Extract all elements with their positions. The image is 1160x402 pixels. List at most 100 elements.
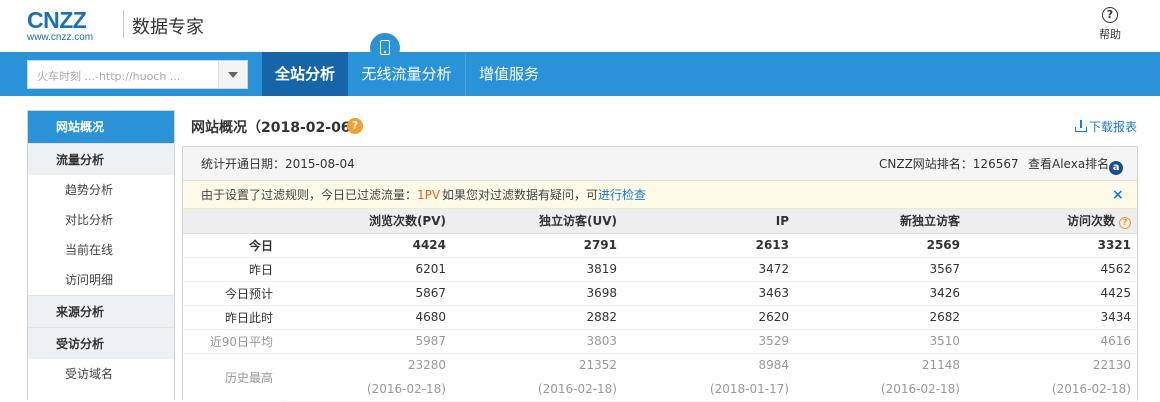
logo-sub-text: www.cnzz.com <box>27 32 94 43</box>
alexa-label: 查看Alexa排名 <box>1028 157 1110 171</box>
row-label: 历史最高 <box>224 370 273 385</box>
filter-notice: 由于设置了过滤规则，今日已过滤流量：1PV 如果您对过滤数据有疑问，可进行检查 … <box>183 181 1137 209</box>
col-header-uv: 独立访客(UV) <box>452 209 623 234</box>
cell-visits: 3321 <box>966 233 1137 258</box>
sidebar-item-online[interactable]: 当前在线 <box>28 235 174 265</box>
cnzz-logo[interactable]: CNZZ www.cnzz.com <box>27 8 119 44</box>
row-label: 昨日 <box>183 257 281 282</box>
table-row: 近90日平均 5987 3803 3529 3510 4616 <box>183 329 1137 354</box>
cell-uv-date: (2016-02-18) <box>452 377 623 402</box>
col-header-pv: 浏览次数(PV) <box>281 209 452 234</box>
cell-pv: 23280 <box>407 358 446 373</box>
cell-uv: 21352 <box>578 358 617 373</box>
tab-value-added[interactable]: 增值服务 <box>466 52 552 96</box>
cell-new-uv: 2682 <box>795 305 966 330</box>
mobile-badge <box>370 33 400 63</box>
cell-pv: 6201 <box>281 257 452 282</box>
info-row: 统计开通日期：2015-08-04 CNZZ网站排名：126567 查看Alex… <box>183 147 1137 181</box>
overview-panel: 统计开通日期：2015-08-04 CNZZ网站排名：126567 查看Alex… <box>182 146 1138 402</box>
cell-uv: 3803 <box>452 329 623 354</box>
row-label: 近90日平均 <box>183 329 281 354</box>
dropdown-toggle[interactable] <box>218 61 247 88</box>
row-label: 昨日此时 <box>183 305 281 330</box>
mobile-phone-icon <box>380 40 390 55</box>
question-icon[interactable]: ? <box>347 118 363 134</box>
close-icon[interactable]: × <box>1112 181 1124 209</box>
cnzz-rank-text: CNZZ网站排名：126567 <box>879 157 1019 171</box>
sidebar-item-trend[interactable]: 趋势分析 <box>28 175 174 205</box>
cell-pv: 4680 <box>281 305 452 330</box>
help-label: 帮助 <box>1099 28 1121 41</box>
cell-pv-date: (2016-02-18) <box>281 377 452 402</box>
col-header-visits: 访问次数? <box>966 209 1137 234</box>
sidebar-item-source[interactable]: 来源分析 <box>28 295 174 327</box>
cell-uv: 2791 <box>452 233 623 258</box>
sidebar-item-visited[interactable]: 受访分析 <box>28 327 174 359</box>
cell-new-uv: 3510 <box>795 329 966 354</box>
cell-ip: 8984 <box>758 358 789 373</box>
sidebar-item-visited-domain[interactable]: 受访域名 <box>28 359 174 389</box>
row-label: 今日 <box>183 233 281 258</box>
row-label: 今日预计 <box>183 281 281 306</box>
cell-new-uv: 2569 <box>795 233 966 258</box>
col-header-new-uv: 新独立访客 <box>795 209 966 234</box>
question-icon[interactable]: ? <box>1119 217 1131 230</box>
cell-pv: 5867 <box>281 281 452 306</box>
cell-uv: 2882 <box>452 305 623 330</box>
main-navbar: 火车时刻 ...-http://huoch ... 全站分析 无线流量分析 增值… <box>0 52 1160 96</box>
cell-uv: 3698 <box>452 281 623 306</box>
help-button[interactable]: ? 帮助 <box>1093 7 1127 42</box>
sidebar-item-compare[interactable]: 对比分析 <box>28 205 174 235</box>
site-select-dropdown[interactable]: 火车时刻 ...-http://huoch ... <box>27 60 248 89</box>
table-row-history-values: 历史最高 23280 21352 8984 21148 22130 <box>183 353 1137 385</box>
cell-new-uv-date: (2016-02-18) <box>795 377 966 402</box>
sidebar-item-traffic[interactable]: 流量分析 <box>28 143 174 175</box>
alexa-icon: a <box>1109 161 1124 175</box>
cell-visits: 4562 <box>966 257 1137 282</box>
cell-visits: 4425 <box>966 281 1137 306</box>
sidebar-item-overview[interactable]: 网站概况 <box>28 111 174 143</box>
site-select-value: 火车时刻 ...-http://huoch ... <box>37 70 181 83</box>
question-circle-icon: ? <box>1102 7 1118 23</box>
cell-ip: 3529 <box>623 329 795 354</box>
table-row: 昨日 6201 3819 3472 3567 4562 <box>183 257 1137 282</box>
cell-new-uv: 3567 <box>795 257 966 282</box>
cell-visits: 3434 <box>966 305 1137 330</box>
open-date-text: 统计开通日期：2015-08-04 <box>201 157 355 171</box>
cell-ip-date: (2018-01-17) <box>623 377 795 402</box>
cell-ip: 2613 <box>623 233 795 258</box>
cell-pv: 5987 <box>281 329 452 354</box>
table-row: 今日预计 5867 3698 3463 3426 4425 <box>183 281 1137 306</box>
cell-pv: 4424 <box>281 233 452 258</box>
download-label: 下载报表 <box>1089 120 1138 134</box>
tab-wireless-analysis[interactable]: 无线流量分析 <box>348 52 465 96</box>
filtered-count: 1PV <box>417 188 441 202</box>
table-header-row: 浏览次数(PV) 独立访客(UV) IP 新独立访客 访问次数? <box>183 209 1137 234</box>
download-report-link[interactable]: 下载报表 <box>1075 118 1137 135</box>
logo-divider <box>123 10 124 38</box>
cell-new-uv: 21148 <box>921 358 960 373</box>
stats-table: 浏览次数(PV) 独立访客(UV) IP 新独立访客 访问次数? 今日 4424… <box>183 209 1137 402</box>
sidebar: 网站概况 流量分析 趋势分析 对比分析 当前在线 访问明细 来源分析 受访分析 … <box>27 110 175 400</box>
alexa-rank-link[interactable]: 查看Alexa排名 a <box>1028 147 1124 181</box>
download-icon <box>1075 120 1087 132</box>
check-link[interactable]: 进行检查 <box>598 188 646 202</box>
cell-ip: 3463 <box>623 281 795 306</box>
table-row-history-dates: (2016-02-18) (2016-02-18) (2018-01-17) (… <box>183 377 1137 402</box>
table-row: 今日 4424 2791 2613 2569 3321 <box>183 233 1137 258</box>
cell-visits-date: (2016-02-18) <box>966 377 1137 402</box>
notice-text: 由于设置了过滤规则，今日已过滤流量：1PV <box>201 188 441 202</box>
sidebar-item-visit-detail[interactable]: 访问明细 <box>28 265 174 295</box>
brand-title: 数据专家 <box>132 17 204 38</box>
cell-visits: 4616 <box>966 329 1137 354</box>
cell-ip: 2620 <box>623 305 795 330</box>
cell-uv: 3819 <box>452 257 623 282</box>
logo-main-text: CNZZ <box>27 7 87 33</box>
notice-text-2: 如果您对过滤数据有疑问，可进行检查 <box>442 188 647 202</box>
table-row: 昨日此时 4680 2882 2620 2682 3434 <box>183 305 1137 330</box>
chevron-down-icon <box>228 72 238 78</box>
tab-site-analysis[interactable]: 全站分析 <box>262 52 348 96</box>
cell-new-uv: 3426 <box>795 281 966 306</box>
top-header: CNZZ www.cnzz.com 数据专家 ? 帮助 <box>0 0 1160 52</box>
col-header-label <box>183 209 281 234</box>
